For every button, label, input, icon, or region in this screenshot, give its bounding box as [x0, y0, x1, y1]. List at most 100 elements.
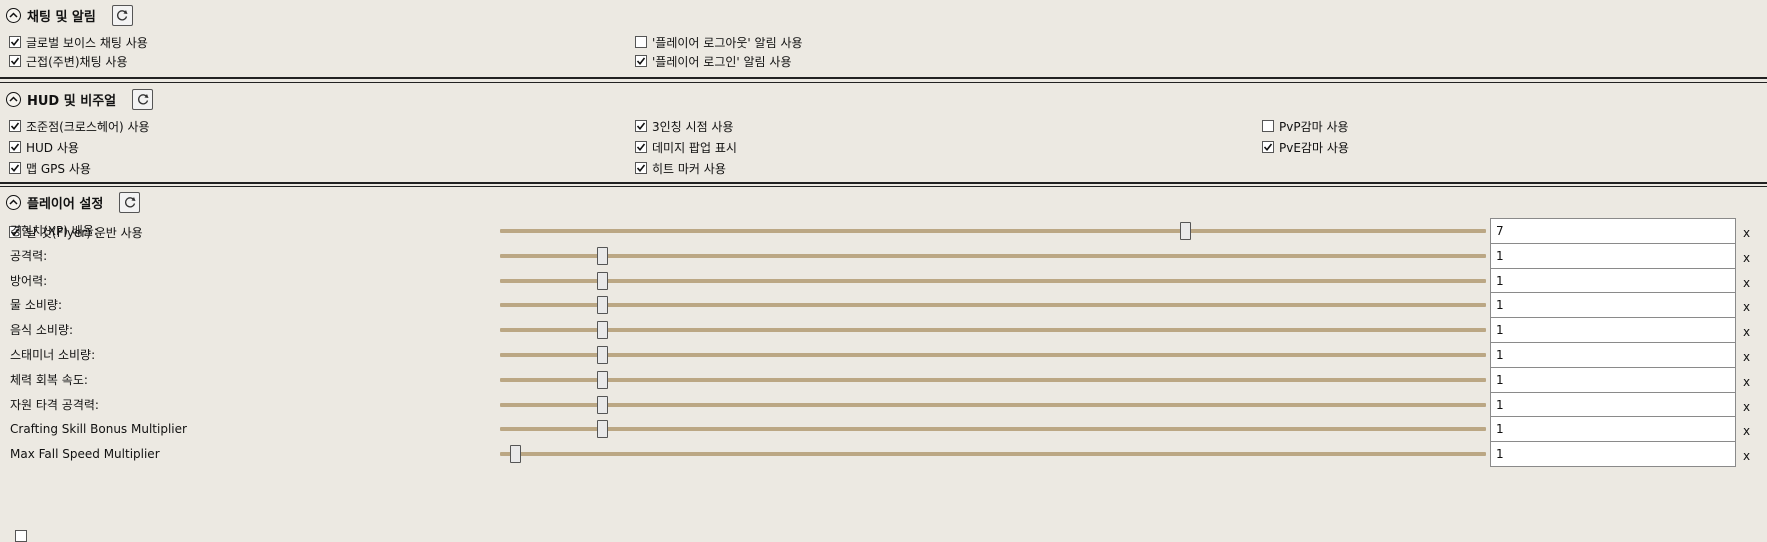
checkbox-damage-popup[interactable]: 데미지 팝업 표시	[635, 139, 737, 155]
checkmark-icon	[10, 122, 20, 131]
checkbox-label: 3인칭 시점 사용	[652, 119, 734, 134]
slider-thumb[interactable]	[596, 370, 608, 389]
checkbox-box[interactable]	[9, 141, 21, 153]
checkbox-box[interactable]	[635, 120, 647, 132]
checkmark-icon	[636, 122, 646, 131]
hud-section-header: HUD 및 비주얼	[6, 87, 154, 111]
slider-track[interactable]	[500, 328, 1486, 333]
slider-thumb[interactable]	[596, 346, 608, 364]
chevron-up-circle-icon[interactable]	[6, 194, 21, 210]
chevron-up-circle-icon[interactable]	[6, 7, 21, 23]
slider-value-input[interactable]: 7	[1490, 218, 1736, 244]
player-settings-section: 플레이어 설정 날 것(Flyer) 운반 사용 경험치(XP) 배율: 7 x 공격…	[0, 186, 1767, 542]
slider-value-input[interactable]: 1	[1490, 441, 1736, 468]
slider-value-input[interactable]: 1	[1490, 317, 1736, 344]
checkmark-icon	[10, 164, 20, 173]
checkbox-pvp-gamma[interactable]: PvP감마 사용	[1262, 118, 1349, 134]
checkmark-icon	[10, 57, 20, 66]
chat-notification-section: 채팅 및 알림 글로벌 보이스 채팅 사용 근접(주변)채팅 사용 '플레이어 …	[0, 0, 1767, 79]
checkbox-box[interactable]	[635, 162, 647, 174]
checkbox-box[interactable]	[9, 120, 21, 132]
chevron-up-circle-icon[interactable]	[6, 91, 21, 107]
slider-thumb[interactable]	[596, 420, 608, 439]
checkbox-third-person[interactable]: 3인칭 시점 사용	[635, 118, 734, 134]
checkbox-box[interactable]	[9, 162, 21, 174]
checkbox-hit-marker[interactable]: 히트 마커 사용	[635, 160, 726, 176]
checkbox-box[interactable]	[15, 530, 27, 542]
checkbox-global-voice-chat[interactable]: 글로벌 보이스 채팅 사용	[9, 34, 148, 50]
checkbox-label: '플레이어 로그인' 알림 사용	[652, 54, 792, 69]
slider-track[interactable]	[500, 353, 1486, 357]
checkmark-icon	[1263, 143, 1273, 152]
unit-label: x	[1743, 424, 1751, 439]
checkbox-box[interactable]	[1262, 120, 1274, 132]
unit-label: x	[1743, 250, 1751, 265]
slider-track[interactable]	[500, 452, 1486, 457]
checkbox-label: '플레이어 로그아웃' 알림 사용	[652, 35, 803, 50]
slider-label: 공격력:	[10, 248, 48, 263]
slider-thumb[interactable]	[596, 296, 608, 315]
slider-thumb[interactable]	[596, 321, 608, 340]
checkbox-label: 근접(주변)채팅 사용	[26, 54, 128, 69]
checkbox-player-logout-alert[interactable]: '플레이어 로그아웃' 알림 사용	[635, 34, 803, 50]
slider-value-input[interactable]: 1	[1490, 416, 1736, 443]
hud-visual-section: HUD 및 비주얼 조준점(크로스헤어) 사용 HUD 사용 맵 GPS 사용 …	[0, 82, 1767, 184]
slider-label: Max Fall Speed Multiplier	[10, 447, 160, 462]
slider-thumb[interactable]	[596, 395, 608, 414]
slider-value-input[interactable]: 1	[1490, 391, 1736, 418]
refresh-button[interactable]	[132, 88, 154, 110]
slider-thumb[interactable]	[596, 271, 608, 290]
unit-label: x	[1743, 300, 1751, 315]
checkmark-icon	[636, 57, 646, 66]
checkbox-label: 조준점(크로스헤어) 사용	[26, 119, 150, 134]
slider-value-input[interactable]: 1	[1490, 267, 1736, 294]
checkbox-hud[interactable]: HUD 사용	[9, 139, 79, 155]
slider-track[interactable]	[500, 402, 1486, 407]
slider-value-input[interactable]: 1	[1490, 342, 1736, 368]
slider-label: 자원 타격 공격력:	[10, 397, 99, 412]
checkbox-label: 데미지 팝업 표시	[652, 140, 737, 155]
slider-value-input[interactable]: 1	[1490, 242, 1736, 269]
slider-value-input[interactable]: 1	[1490, 292, 1736, 319]
slider-label: 음식 소비량:	[10, 323, 74, 338]
unit-label: x	[1743, 226, 1751, 240]
slider-value-input[interactable]: 1	[1490, 366, 1736, 393]
slider-thumb[interactable]	[596, 246, 608, 265]
slider-track[interactable]	[500, 427, 1486, 432]
chat-section-header: 채팅 및 알림	[6, 3, 133, 27]
checkbox-label: PvP감마 사용	[1279, 119, 1349, 134]
checkbox-player-login-alert[interactable]: '플레이어 로그인' 알림 사용	[635, 53, 791, 69]
slider-label: Crafting Skill Bonus Multiplier	[10, 422, 187, 437]
slider-label: 방어력:	[10, 273, 48, 288]
slider-track[interactable]	[500, 229, 1486, 233]
slider-track[interactable]	[500, 253, 1486, 258]
checkbox-box[interactable]	[9, 55, 21, 67]
slider-track[interactable]	[500, 377, 1486, 382]
checkbox-box[interactable]	[635, 141, 647, 153]
checkbox-label: HUD 사용	[26, 140, 79, 155]
checkbox-map-gps[interactable]: 맵 GPS 사용	[9, 160, 91, 176]
checkbox-proximity-chat[interactable]: 근접(주변)채팅 사용	[9, 53, 128, 69]
checkbox-box[interactable]	[9, 36, 21, 48]
partial-row	[10, 530, 32, 542]
slider-track[interactable]	[500, 303, 1486, 308]
checkbox-box[interactable]	[635, 55, 647, 67]
refresh-icon	[117, 10, 128, 21]
unit-label: x	[1743, 374, 1751, 389]
refresh-button[interactable]	[111, 4, 133, 26]
checkbox-box[interactable]	[1262, 141, 1274, 153]
slider-thumb[interactable]	[1180, 222, 1192, 240]
checkmark-icon	[10, 38, 20, 47]
checkbox-label: PvE감마 사용	[1279, 140, 1349, 155]
checkbox-crosshair[interactable]: 조준점(크로스헤어) 사용	[9, 118, 150, 134]
checkbox-pve-gamma[interactable]: PvE감마 사용	[1262, 139, 1349, 155]
refresh-button[interactable]	[119, 191, 141, 213]
checkmark-icon	[10, 143, 20, 152]
slider-track[interactable]	[500, 278, 1486, 283]
refresh-icon	[124, 197, 136, 208]
slider-thumb[interactable]	[509, 445, 521, 464]
unit-label: x	[1743, 325, 1751, 340]
checkbox-box[interactable]	[635, 36, 647, 48]
checkmark-icon	[636, 143, 646, 152]
refresh-icon	[137, 94, 149, 105]
